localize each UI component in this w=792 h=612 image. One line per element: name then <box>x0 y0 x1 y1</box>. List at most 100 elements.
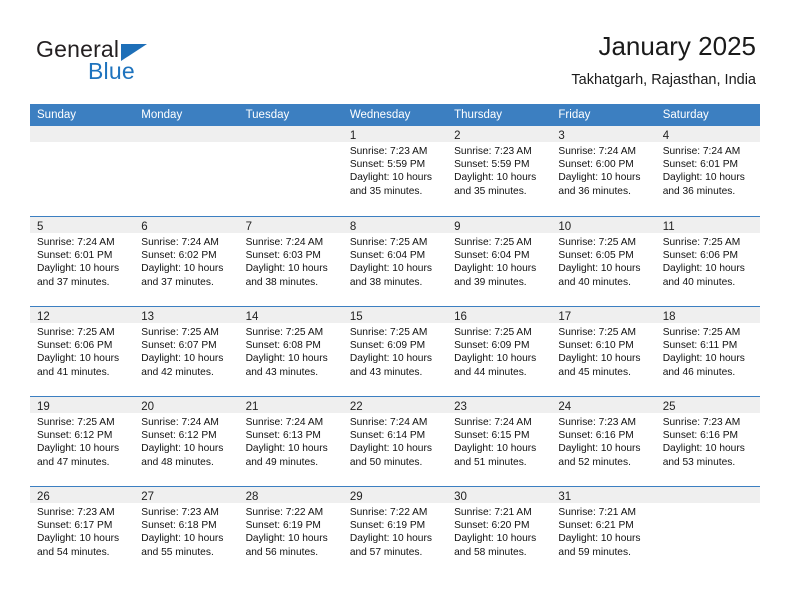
day-number: 29 <box>349 491 363 503</box>
day-number-band: 21 <box>238 397 343 413</box>
day-cell-4[interactable]: 4 Sunrise: 7:24 AM Sunset: 6:01 PM Daylight… <box>655 126 760 216</box>
sunrise-text: Sunrise: 7:21 AM <box>558 507 636 518</box>
day-cell-20[interactable]: 20 Sunrise: 7:24 AM Sunset: 6:12 PM Dayligh… <box>134 397 239 486</box>
day-info: Sunrise: 7:23 AM Sunset: 6:17 PM Daylight:… <box>30 503 134 559</box>
day-cell-23[interactable]: 23 Sunrise: 7:24 AM Sunset: 6:15 PM Dayligh… <box>447 397 552 486</box>
sunrise-text: Sunrise: 7:24 AM <box>349 417 428 428</box>
day-info: Sunrise: 7:23 AM Sunset: 6:16 PM Daylight:… <box>656 413 760 469</box>
sunset-text: Sunset: 6:19 PM <box>349 520 426 532</box>
day-cell-30[interactable]: 30 Sunrise: 7:21 AM Sunset: 6:20 PM Dayligh… <box>447 487 552 576</box>
sunrise-text: Sunrise: 7:23 AM <box>558 417 636 428</box>
day-cell-1[interactable]: 1 Sunrise: 7:23 AM Sunset: 5:59 PM Daylight… <box>342 126 448 216</box>
sunrise-text: Sunrise: 7:24 AM <box>37 237 115 248</box>
day-info: Sunrise: 7:25 AM Sunset: 6:06 PM Daylight:… <box>656 233 760 289</box>
daylight-text: Daylight: 10 hours and 56 minutes. <box>245 533 328 558</box>
day-number-band: 1 <box>342 126 448 142</box>
day-number: 23 <box>454 401 467 413</box>
day-cell-29[interactable]: 29 Sunrise: 7:22 AM Sunset: 6:19 PM Dayligh… <box>342 487 448 576</box>
sunrise-text: Sunrise: 7:25 AM <box>37 417 115 428</box>
day-cell-10[interactable]: 10 Sunrise: 7:25 AM Sunset: 6:05 PM Dayligh… <box>551 217 656 306</box>
sunrise-text: Sunrise: 7:24 AM <box>141 417 219 428</box>
weekday-header-wednesday: Wednesday <box>349 109 411 121</box>
sunset-text: Sunset: 6:04 PM <box>349 250 426 262</box>
day-cell-27[interactable]: 27 Sunrise: 7:23 AM Sunset: 6:18 PM Dayligh… <box>134 487 239 576</box>
day-number: 7 <box>245 221 252 233</box>
day-number-band: 27 <box>134 487 239 503</box>
page-subtitle: Takhatgarh, Rajasthan, India <box>571 72 756 88</box>
day-info: Sunrise: 7:23 AM Sunset: 6:16 PM Daylight:… <box>551 413 655 469</box>
day-number-band: 25 <box>655 397 760 413</box>
daylight-text: Daylight: 10 hours and 48 minutes. <box>141 443 224 468</box>
daylight-text: Daylight: 10 hours and 39 minutes. <box>454 263 537 288</box>
day-number: 27 <box>141 491 155 503</box>
sunrise-text: Sunrise: 7:24 AM <box>454 417 532 428</box>
day-number-band: 7 <box>238 217 343 233</box>
day-info: Sunrise: 7:24 AM Sunset: 6:15 PM Daylight:… <box>447 413 551 469</box>
sunrise-text: Sunrise: 7:25 AM <box>349 327 428 338</box>
sunset-text: Sunset: 6:14 PM <box>349 430 426 442</box>
sunrise-text: Sunrise: 7:24 AM <box>245 237 324 248</box>
day-cell-13[interactable]: 13 Sunrise: 7:25 AM Sunset: 6:07 PM Dayligh… <box>134 307 239 396</box>
day-cell-31[interactable]: 31 Sunrise: 7:21 AM Sunset: 6:21 PM Dayligh… <box>551 487 656 576</box>
sunrise-text: Sunrise: 7:25 AM <box>37 327 115 338</box>
day-cell-7[interactable]: 7 Sunrise: 7:24 AM Sunset: 6:03 PM Daylight… <box>238 217 343 306</box>
day-cell-28[interactable]: 28 Sunrise: 7:22 AM Sunset: 6:19 PM Dayligh… <box>238 487 343 576</box>
daylight-text: Daylight: 10 hours and 37 minutes. <box>141 263 224 288</box>
sunrise-text: Sunrise: 7:24 AM <box>558 146 636 157</box>
day-number-band: 26 <box>30 487 135 503</box>
day-cell-22[interactable]: 22 Sunrise: 7:24 AM Sunset: 6:14 PM Dayligh… <box>342 397 448 486</box>
day-cell-17[interactable]: 17 Sunrise: 7:25 AM Sunset: 6:10 PM Dayligh… <box>551 307 656 396</box>
day-cell-18[interactable]: 18 Sunrise: 7:25 AM Sunset: 6:11 PM Dayligh… <box>655 307 760 396</box>
day-cell-16[interactable]: 16 Sunrise: 7:25 AM Sunset: 6:09 PM Dayligh… <box>447 307 552 396</box>
day-number-band: 2 <box>447 126 552 142</box>
daylight-text: Daylight: 10 hours and 52 minutes. <box>558 443 641 468</box>
day-cell-21[interactable]: 21 Sunrise: 7:24 AM Sunset: 6:13 PM Dayligh… <box>238 397 343 486</box>
weekday-header-monday: Monday <box>141 109 183 121</box>
day-number-band: 24 <box>551 397 656 413</box>
day-cell-24[interactable]: 24 Sunrise: 7:23 AM Sunset: 6:16 PM Dayligh… <box>551 397 656 486</box>
day-number-band: 3 <box>551 126 656 142</box>
sunset-text: Sunset: 6:12 PM <box>141 430 217 442</box>
day-cell-8[interactable]: 8 Sunrise: 7:25 AM Sunset: 6:04 PM Daylight… <box>342 217 448 306</box>
daylight-text: Daylight: 10 hours and 40 minutes. <box>558 263 641 288</box>
day-number-band: 5 <box>30 217 135 233</box>
day-info: Sunrise: 7:24 AM Sunset: 6:01 PM Daylight:… <box>656 142 760 198</box>
day-info: Sunrise: 7:22 AM Sunset: 6:19 PM Daylight:… <box>239 503 343 559</box>
calendar-week-row: 19 Sunrise: 7:25 AM Sunset: 6:12 PM Dayligh… <box>30 396 760 486</box>
daylight-text: Daylight: 10 hours and 53 minutes. <box>662 443 745 468</box>
sunrise-text: Sunrise: 7:24 AM <box>245 417 324 428</box>
day-cell-26[interactable]: 26 Sunrise: 7:23 AM Sunset: 6:17 PM Dayligh… <box>30 487 135 576</box>
weekday-header-friday: Friday <box>558 109 591 121</box>
general-blue-logo[interactable]: General Blue <box>36 36 196 88</box>
day-cell-3[interactable]: 3 Sunrise: 7:24 AM Sunset: 6:00 PM Daylight… <box>551 126 656 216</box>
day-cell-9[interactable]: 9 Sunrise: 7:25 AM Sunset: 6:04 PM Daylight… <box>447 217 552 306</box>
sunset-text: Sunset: 6:19 PM <box>245 520 321 532</box>
calendar-week-row: 26 Sunrise: 7:23 AM Sunset: 6:17 PM Dayligh… <box>30 486 760 576</box>
day-cell-6[interactable]: 6 Sunrise: 7:24 AM Sunset: 6:02 PM Daylight… <box>134 217 239 306</box>
day-number-band: 19 <box>30 397 135 413</box>
day-cell-19[interactable]: 19 Sunrise: 7:25 AM Sunset: 6:12 PM Dayligh… <box>30 397 135 486</box>
day-cell-5[interactable]: 5 Sunrise: 7:24 AM Sunset: 6:01 PM Daylight… <box>30 217 135 306</box>
sunset-text: Sunset: 6:11 PM <box>662 340 738 352</box>
day-info: Sunrise: 7:25 AM Sunset: 6:04 PM Daylight:… <box>343 233 447 289</box>
daylight-text: Daylight: 10 hours and 35 minutes. <box>349 172 432 197</box>
day-info: Sunrise: 7:25 AM Sunset: 6:09 PM Daylight:… <box>343 323 447 379</box>
day-number-band: 12 <box>30 307 135 323</box>
day-number: 5 <box>37 221 44 233</box>
sunrise-text: Sunrise: 7:22 AM <box>349 507 428 518</box>
day-info: Sunrise: 7:24 AM Sunset: 6:03 PM Daylight:… <box>239 233 343 289</box>
day-cell-15[interactable]: 15 Sunrise: 7:25 AM Sunset: 6:09 PM Dayligh… <box>342 307 448 396</box>
daylight-text: Daylight: 10 hours and 38 minutes. <box>245 263 328 288</box>
day-number: 26 <box>37 491 50 503</box>
day-cell-25[interactable]: 25 Sunrise: 7:23 AM Sunset: 6:16 PM Dayligh… <box>655 397 760 486</box>
day-cell-2[interactable]: 2 Sunrise: 7:23 AM Sunset: 5:59 PM Daylight… <box>447 126 552 216</box>
sunset-text: Sunset: 6:02 PM <box>141 250 217 262</box>
day-cell-11[interactable]: 11 Sunrise: 7:25 AM Sunset: 6:06 PM Dayligh… <box>655 217 760 306</box>
day-cell-12[interactable]: 12 Sunrise: 7:25 AM Sunset: 6:06 PM Dayligh… <box>30 307 135 396</box>
calendar-grid: Sunday Monday Tuesday Wednesday Thursday Frid… <box>30 104 760 576</box>
sunset-text: Sunset: 6:13 PM <box>245 430 321 442</box>
sunset-text: Sunset: 6:12 PM <box>37 430 113 442</box>
day-number: 30 <box>454 491 467 503</box>
day-number: 4 <box>662 130 670 142</box>
day-cell-14[interactable]: 14 Sunrise: 7:25 AM Sunset: 6:08 PM Dayligh… <box>238 307 343 396</box>
